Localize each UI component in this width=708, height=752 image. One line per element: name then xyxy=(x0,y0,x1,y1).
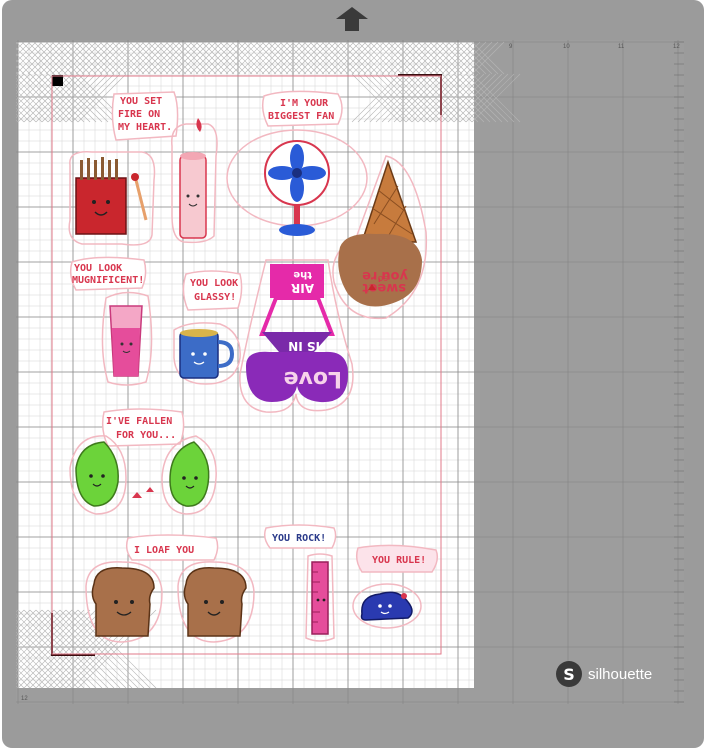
fire-line-1: YOU SET xyxy=(120,96,162,107)
icecream-line-3: sweet xyxy=(362,280,406,295)
cutting-mat-view: 9 10 11 12 12 YOU SET FIRE ON MY HEART. xyxy=(0,0,708,752)
sticker-rule-bubble[interactable]: YOU RULE! xyxy=(352,542,442,576)
glassy-line-2: GLASSY! xyxy=(194,292,236,303)
magnificent-line-1: YOU LOOK xyxy=(74,263,122,274)
love-word-text: Love xyxy=(284,366,342,391)
registration-square xyxy=(52,75,63,86)
brand-name: silhouette xyxy=(588,665,653,683)
fire-line-2: FIRE ON xyxy=(118,109,160,120)
sticker-matchbox[interactable] xyxy=(62,140,162,250)
sticker-fan-bubble[interactable]: I'M YOUR BIGGEST FAN xyxy=(258,88,348,132)
silhouette-brand: S silhouette xyxy=(556,661,652,687)
magnificent-line-2: MUGNIFICENT! xyxy=(72,275,144,286)
love-isin-text: IS IN xyxy=(288,339,320,353)
silhouette-logo-icon: S xyxy=(556,661,582,687)
sticker-love-air[interactable]: the AIR IS IN Love xyxy=(236,254,358,416)
sticker-leaves[interactable] xyxy=(66,428,222,522)
registration-corner-top-right xyxy=(398,74,442,115)
sticker-candle[interactable] xyxy=(166,106,222,246)
glassy-line-1: YOU LOOK xyxy=(190,278,238,289)
love-the-text: the xyxy=(293,269,312,280)
rule-text: YOU RULE! xyxy=(372,555,426,566)
sticker-mug[interactable] xyxy=(170,318,244,388)
sticker-pink-drink[interactable] xyxy=(96,288,160,388)
sticker-blob[interactable] xyxy=(350,578,424,630)
fire-line-3: MY HEART. xyxy=(118,122,172,133)
love-air-text: AIR xyxy=(291,281,314,295)
sticker-ruler[interactable] xyxy=(300,552,340,644)
sticker-toast[interactable] xyxy=(82,556,258,648)
loaf-text: I LOAF YOU xyxy=(134,545,194,556)
fan-line-2: BIGGEST FAN xyxy=(268,111,334,122)
fallen-line-1: I'VE FALLEN xyxy=(106,416,172,427)
rock-text: YOU ROCK! xyxy=(272,533,326,544)
sticker-rock-bubble[interactable]: YOU ROCK! xyxy=(262,522,338,552)
fan-line-1: I'M YOUR xyxy=(280,98,329,109)
